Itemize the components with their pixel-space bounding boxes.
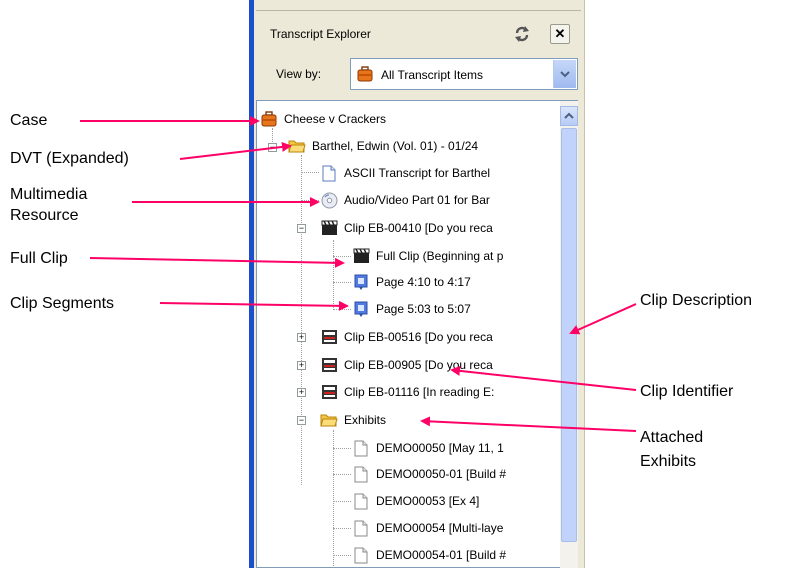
callout-dvt: DVT (Expanded) [10,150,129,167]
chevron-up-icon [564,112,574,119]
tree-item-clip[interactable]: Clip EB-01116 [In reading E: [320,382,494,402]
callout-attached-1: Attached [640,429,704,446]
panel-title: Transcript Explorer [270,27,371,41]
callout-full-clip: Full Clip [10,250,68,267]
page-icon [352,439,370,457]
callout-attached-2: Exhibits [640,453,697,470]
tree-item-exhibit[interactable]: DEMO00050-01 [Build # [352,464,506,484]
scrollbar-thumb[interactable] [561,128,577,542]
segment-icon [352,273,370,291]
collapse-toggle[interactable]: − [268,143,277,152]
tree-item-label: DEMO00050-01 [Build # [376,467,507,481]
expand-toggle[interactable]: + [297,361,306,370]
callout-clip-segments: Clip Segments [10,295,115,312]
callout-clip-description: Clip Description [640,292,753,309]
tree-item-exhibit[interactable]: DEMO00054 [Multi-laye [352,518,503,538]
tree-guide [333,528,351,529]
tree-item-segment[interactable]: Page 5:03 to 5:07 [352,299,471,319]
tree-item-label: Full Clip (Beginning at p [376,249,504,263]
tree-guide [333,501,351,502]
tree-guide [333,430,334,568]
folder-open-icon [320,411,338,429]
briefcase-icon [357,66,373,87]
film-icon [320,328,338,346]
tree-item-clip[interactable]: Clip EB-00905 [Do you reca [320,355,493,375]
film-icon [320,356,338,374]
tree-guide [333,555,351,556]
close-icon: ✕ [554,26,566,41]
tree-item-segment[interactable]: Page 4:10 to 4:17 [352,272,471,292]
tree-guide [333,474,351,475]
callout-clip-identifier: Clip Identifier [640,383,734,400]
scroll-up-button[interactable] [560,106,578,126]
page-icon [352,519,370,537]
tree-item-label: DEMO00054-01 [Build # [376,548,507,562]
tree-item-ascii[interactable]: ASCII Transcript for Barthel [320,163,490,183]
tree-item-audio[interactable]: Audio/Video Part 01 for Bar [320,190,490,210]
folder-open-icon [288,137,306,155]
tree-item-label: Clip EB-00905 [Do you reca [344,358,493,372]
disc-icon [320,191,338,209]
segment-icon [352,300,370,318]
tree-guide [333,448,351,449]
page-icon [352,546,370,564]
tree-item-label: Barthel, Edwin (Vol. 01) - 01/24 [312,139,479,153]
tree-item-label: Exhibits [344,413,387,427]
tree-guide [333,256,351,257]
callout-multimedia-1: Multimedia [10,186,88,203]
clapperboard-icon [320,219,338,237]
panel-divider [256,10,581,11]
refresh-icon [515,26,529,42]
expand-toggle[interactable]: + [297,388,306,397]
tree-item-label: DEMO00053 [Ex 4] [376,494,480,508]
collapse-toggle[interactable]: − [297,224,306,233]
viewby-select[interactable]: All Transcript Items [350,58,578,90]
tree-item-label: DEMO00050 [May 11, 1 [376,441,504,455]
viewby-label: View by: [276,67,322,81]
tree-guide [301,172,319,173]
tree-item-exhibit[interactable]: DEMO00054-01 [Build # [352,545,506,565]
tree-item-label: Clip EB-00410 [Do you reca [344,221,493,235]
tree-item-full-clip[interactable]: Full Clip (Beginning at p [352,246,503,266]
tree-guide [301,200,319,201]
viewby-value: All Transcript Items [381,68,484,82]
tree-guide [301,155,302,485]
callout-multimedia-2: Resource [10,207,79,224]
refresh-button[interactable] [512,24,532,44]
tree-item-label: Page 5:03 to 5:07 [376,302,471,316]
film-icon [320,383,338,401]
tree-item-case[interactable]: Cheese v Crackers [260,109,386,129]
tree-item-clip[interactable]: Clip EB-00516 [Do you reca [320,327,493,347]
page-icon [352,492,370,510]
tree-guide [333,309,351,310]
tree-item-label: DEMO00054 [Multi-laye [376,521,504,535]
page-icon [352,465,370,483]
tree-item-dvt[interactable]: Barthel, Edwin (Vol. 01) - 01/24 [288,136,478,156]
collapse-toggle[interactable]: − [297,416,306,425]
tree-item-exhibit[interactable]: DEMO00050 [May 11, 1 [352,438,504,458]
callout-case: Case [10,112,48,129]
expand-toggle[interactable]: + [297,333,306,342]
tree-item-label: Page 4:10 to 4:17 [376,275,471,289]
briefcase-icon [260,110,278,128]
tree-guide [333,282,351,283]
tree-item-exhibit[interactable]: DEMO00053 [Ex 4] [352,491,479,511]
tree-item-clip[interactable]: Clip EB-00410 [Do you reca [320,218,493,238]
clapperboard-icon [352,247,370,265]
tree-item-exhibits[interactable]: Exhibits [320,410,386,430]
chevron-down-icon[interactable] [553,60,576,88]
tree-item-label: Audio/Video Part 01 for Bar [344,193,490,207]
tree-item-label: Cheese v Crackers [284,112,387,126]
tree-guide [333,240,334,310]
tree-item-label: ASCII Transcript for Barthel [344,166,491,180]
close-button[interactable]: ✕ [550,24,570,44]
tree-item-label: Clip EB-00516 [Do you reca [344,330,493,344]
tree-item-label: Clip EB-01116 [In reading E: [344,385,495,399]
document-icon [320,164,338,182]
